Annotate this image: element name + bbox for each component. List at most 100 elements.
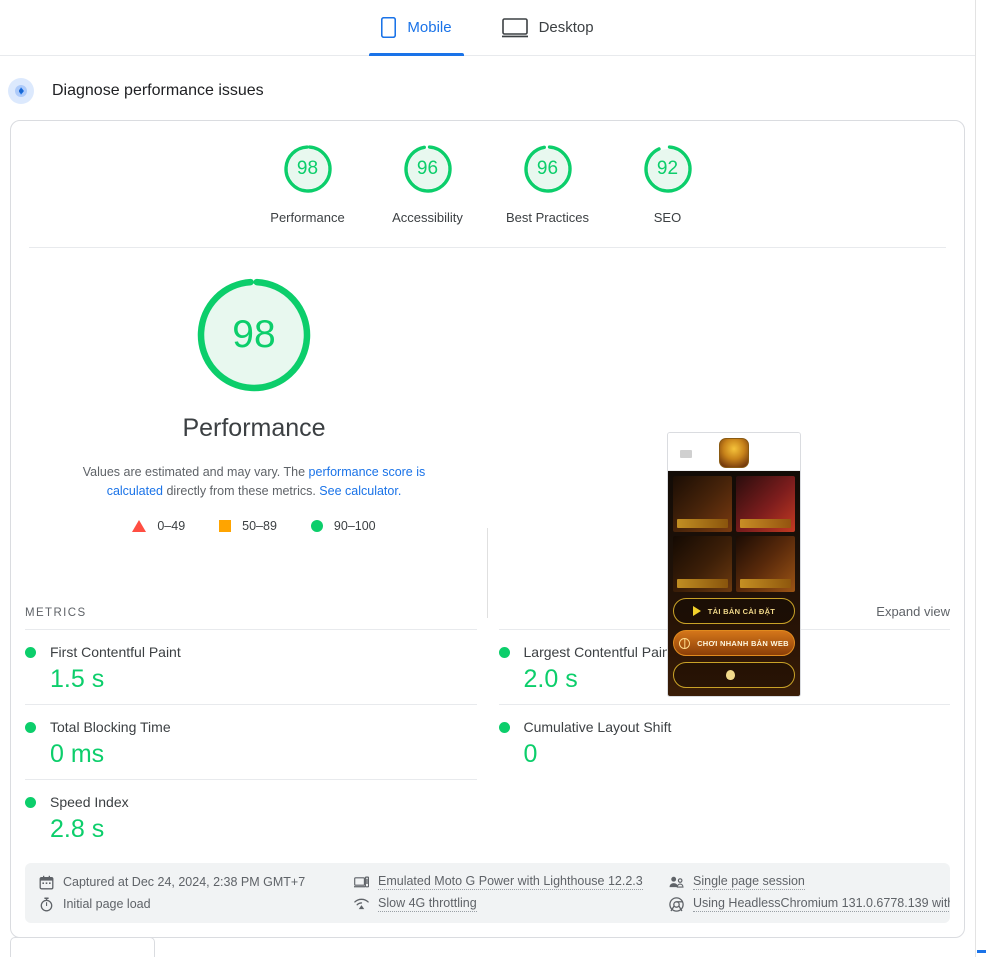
square-average-icon — [219, 520, 232, 532]
scroll-indicator[interactable] — [977, 950, 986, 953]
footer-page-load-type-text: Initial page load — [63, 897, 151, 911]
status-good-icon — [498, 646, 510, 658]
hero-vertical-divider — [487, 528, 488, 618]
metric-label: Cumulative Layout Shift — [523, 719, 672, 735]
diagnose-performance-row[interactable]: Diagnose performance issues — [8, 78, 264, 104]
triangle-poor-icon — [132, 520, 147, 532]
desc-text-pre: Values are estimated and may vary. The — [82, 465, 309, 479]
performance-description: Values are estimated and may vary. The p… — [54, 463, 454, 501]
page-right-edge — [975, 0, 976, 957]
metric-label: Largest Contentful Paint — [523, 644, 674, 660]
metric-value: 1.5 s — [50, 665, 105, 693]
metric-name-row: First Contentful Paint — [25, 644, 477, 660]
status-good-icon — [25, 796, 36, 808]
category-seo-label: SEO — [653, 210, 682, 225]
download-cta-label: TẢI BẢN CÀI ĐẶT — [707, 606, 776, 616]
metric-speed-index[interactable]: Speed Index 2.8 s — [25, 779, 477, 854]
chromium-icon — [669, 896, 684, 912]
promo-banner — [673, 536, 732, 592]
category-performance[interactable]: 98 Performance — [248, 143, 368, 225]
gauge-best-practices: 96 — [522, 143, 574, 195]
metric-value: 0 ms — [50, 740, 105, 768]
metric-empty-slot — [499, 779, 951, 854]
promo-banner — [673, 476, 732, 532]
gauge-seo-value: 92 — [656, 158, 679, 179]
expand-view-button[interactable]: Expand view — [876, 604, 950, 619]
gauge-performance-large: 98 — [195, 276, 313, 394]
gauge-performance-value: 98 — [296, 158, 319, 179]
performance-summary: 98 Performance Values are estimated and … — [11, 276, 497, 533]
thumbnail-body: TẢI BẢN CÀI ĐẶT CHƠI NHANH BẢN WEB — [668, 471, 800, 696]
category-accessibility-label: Accessibility — [392, 210, 463, 225]
category-best-practices-label: Best Practices — [505, 210, 590, 225]
tab-mobile-label: Mobile — [407, 19, 452, 36]
legend-label-average: 50–89 — [242, 519, 277, 533]
legend-label-poor: 0–49 — [157, 519, 186, 533]
footer-emulated-device-text: Emulated Moto G Power with Lighthouse 12… — [378, 874, 643, 890]
footer-captured-at: Captured at Dec 24, 2024, 2:38 PM GMT+7 — [39, 874, 354, 890]
gauge-accessibility-value: 96 — [416, 158, 439, 179]
thumbnail-topbar — [668, 433, 800, 471]
run-environment-footer: Captured at Dec 24, 2024, 2:38 PM GMT+7 … — [25, 863, 950, 923]
metric-label: Total Blocking Time — [50, 719, 171, 735]
desc-text-mid: directly from these metrics. — [163, 484, 320, 498]
metrics-grid: First Contentful Paint 1.5 s Largest Con… — [11, 629, 964, 854]
metric-label: First Contentful Paint — [50, 644, 181, 660]
status-good-icon — [498, 721, 510, 733]
category-scores-row: 98 Performance 96 Accessibility 96 Best … — [11, 121, 964, 225]
metric-label: Speed Index — [50, 794, 129, 810]
tab-desktop-label: Desktop — [538, 19, 594, 36]
report-card: 98 Performance 96 Accessibility 96 Best … — [10, 120, 965, 938]
metric-first-contentful-paint[interactable]: First Contentful Paint 1.5 s — [25, 629, 477, 704]
calendar-icon — [39, 875, 54, 890]
status-good-icon — [25, 721, 36, 733]
category-best-practices[interactable]: 96 Best Practices — [488, 143, 608, 225]
category-accessibility[interactable]: 96 Accessibility — [368, 143, 488, 225]
score-legend: 0–49 50–89 90–100 — [132, 519, 376, 533]
metric-name-row: Cumulative Layout Shift — [498, 719, 951, 735]
footer-session-type[interactable]: Single page session — [669, 874, 950, 890]
tab-mobile[interactable]: Mobile — [369, 0, 464, 56]
footer-throttling-text: Slow 4G throttling — [378, 896, 477, 912]
globe-icon — [679, 637, 691, 649]
legend-label-good: 90–100 — [333, 519, 376, 533]
metrics-title: METRICS — [25, 607, 87, 619]
see-calculator-link[interactable]: See calculator. — [319, 484, 401, 498]
circle-good-icon — [310, 520, 323, 532]
page-screenshot-thumbnail[interactable]: TẢI BẢN CÀI ĐẶT CHƠI NHANH BẢN WEB — [667, 432, 801, 697]
metric-name-row: Speed Index — [25, 794, 477, 810]
hamburger-menu-icon — [680, 450, 692, 458]
pagespeed-report-page: Mobile Desktop Diagnose performance issu… — [0, 0, 986, 957]
wifi-icon — [354, 897, 369, 912]
metric-name-row: Total Blocking Time — [25, 719, 477, 735]
play-web-cta-button: CHƠI NHANH BẢN WEB — [673, 630, 795, 656]
promo-banner-grid — [673, 476, 795, 592]
metric-cumulative-layout-shift[interactable]: Cumulative Layout Shift 0 — [498, 704, 951, 779]
promo-banner — [736, 476, 795, 532]
footer-browser-version-text: Using HeadlessChromium 131.0.6778.139 wi… — [693, 896, 950, 912]
tab-desktop[interactable]: Desktop — [498, 0, 598, 56]
site-logo-icon — [719, 438, 749, 468]
legend-item-good: 90–100 — [310, 519, 376, 533]
play-web-cta-label: CHƠI NHANH BẢN WEB — [697, 638, 789, 648]
promo-banner — [736, 536, 795, 592]
metric-total-blocking-time[interactable]: Total Blocking Time 0 ms — [25, 704, 477, 779]
footer-emulated-device[interactable]: Emulated Moto G Power with Lighthouse 12… — [354, 874, 669, 890]
category-seo[interactable]: 92 SEO — [608, 143, 728, 225]
device-tab-bar: Mobile Desktop — [0, 0, 975, 56]
gauge-seo: 92 — [642, 143, 694, 195]
metric-value: 2.8 s — [50, 815, 105, 843]
performance-title: Performance — [182, 414, 326, 442]
stopwatch-icon — [39, 897, 54, 912]
metric-value: 0 — [523, 740, 538, 768]
gauge-accessibility: 96 — [402, 143, 454, 195]
play-icon — [692, 606, 701, 616]
footer-throttling[interactable]: Slow 4G throttling — [354, 896, 669, 912]
apple-icon — [726, 670, 735, 680]
diagnose-label: Diagnose performance issues — [52, 82, 264, 99]
desktop-monitor-icon — [501, 17, 528, 38]
lighthouse-beacon-icon — [8, 78, 34, 104]
status-good-icon — [25, 646, 36, 658]
footer-browser-version[interactable]: Using HeadlessChromium 131.0.6778.139 wi… — [669, 896, 950, 912]
footer-page-load-type: Initial page load — [39, 896, 354, 912]
